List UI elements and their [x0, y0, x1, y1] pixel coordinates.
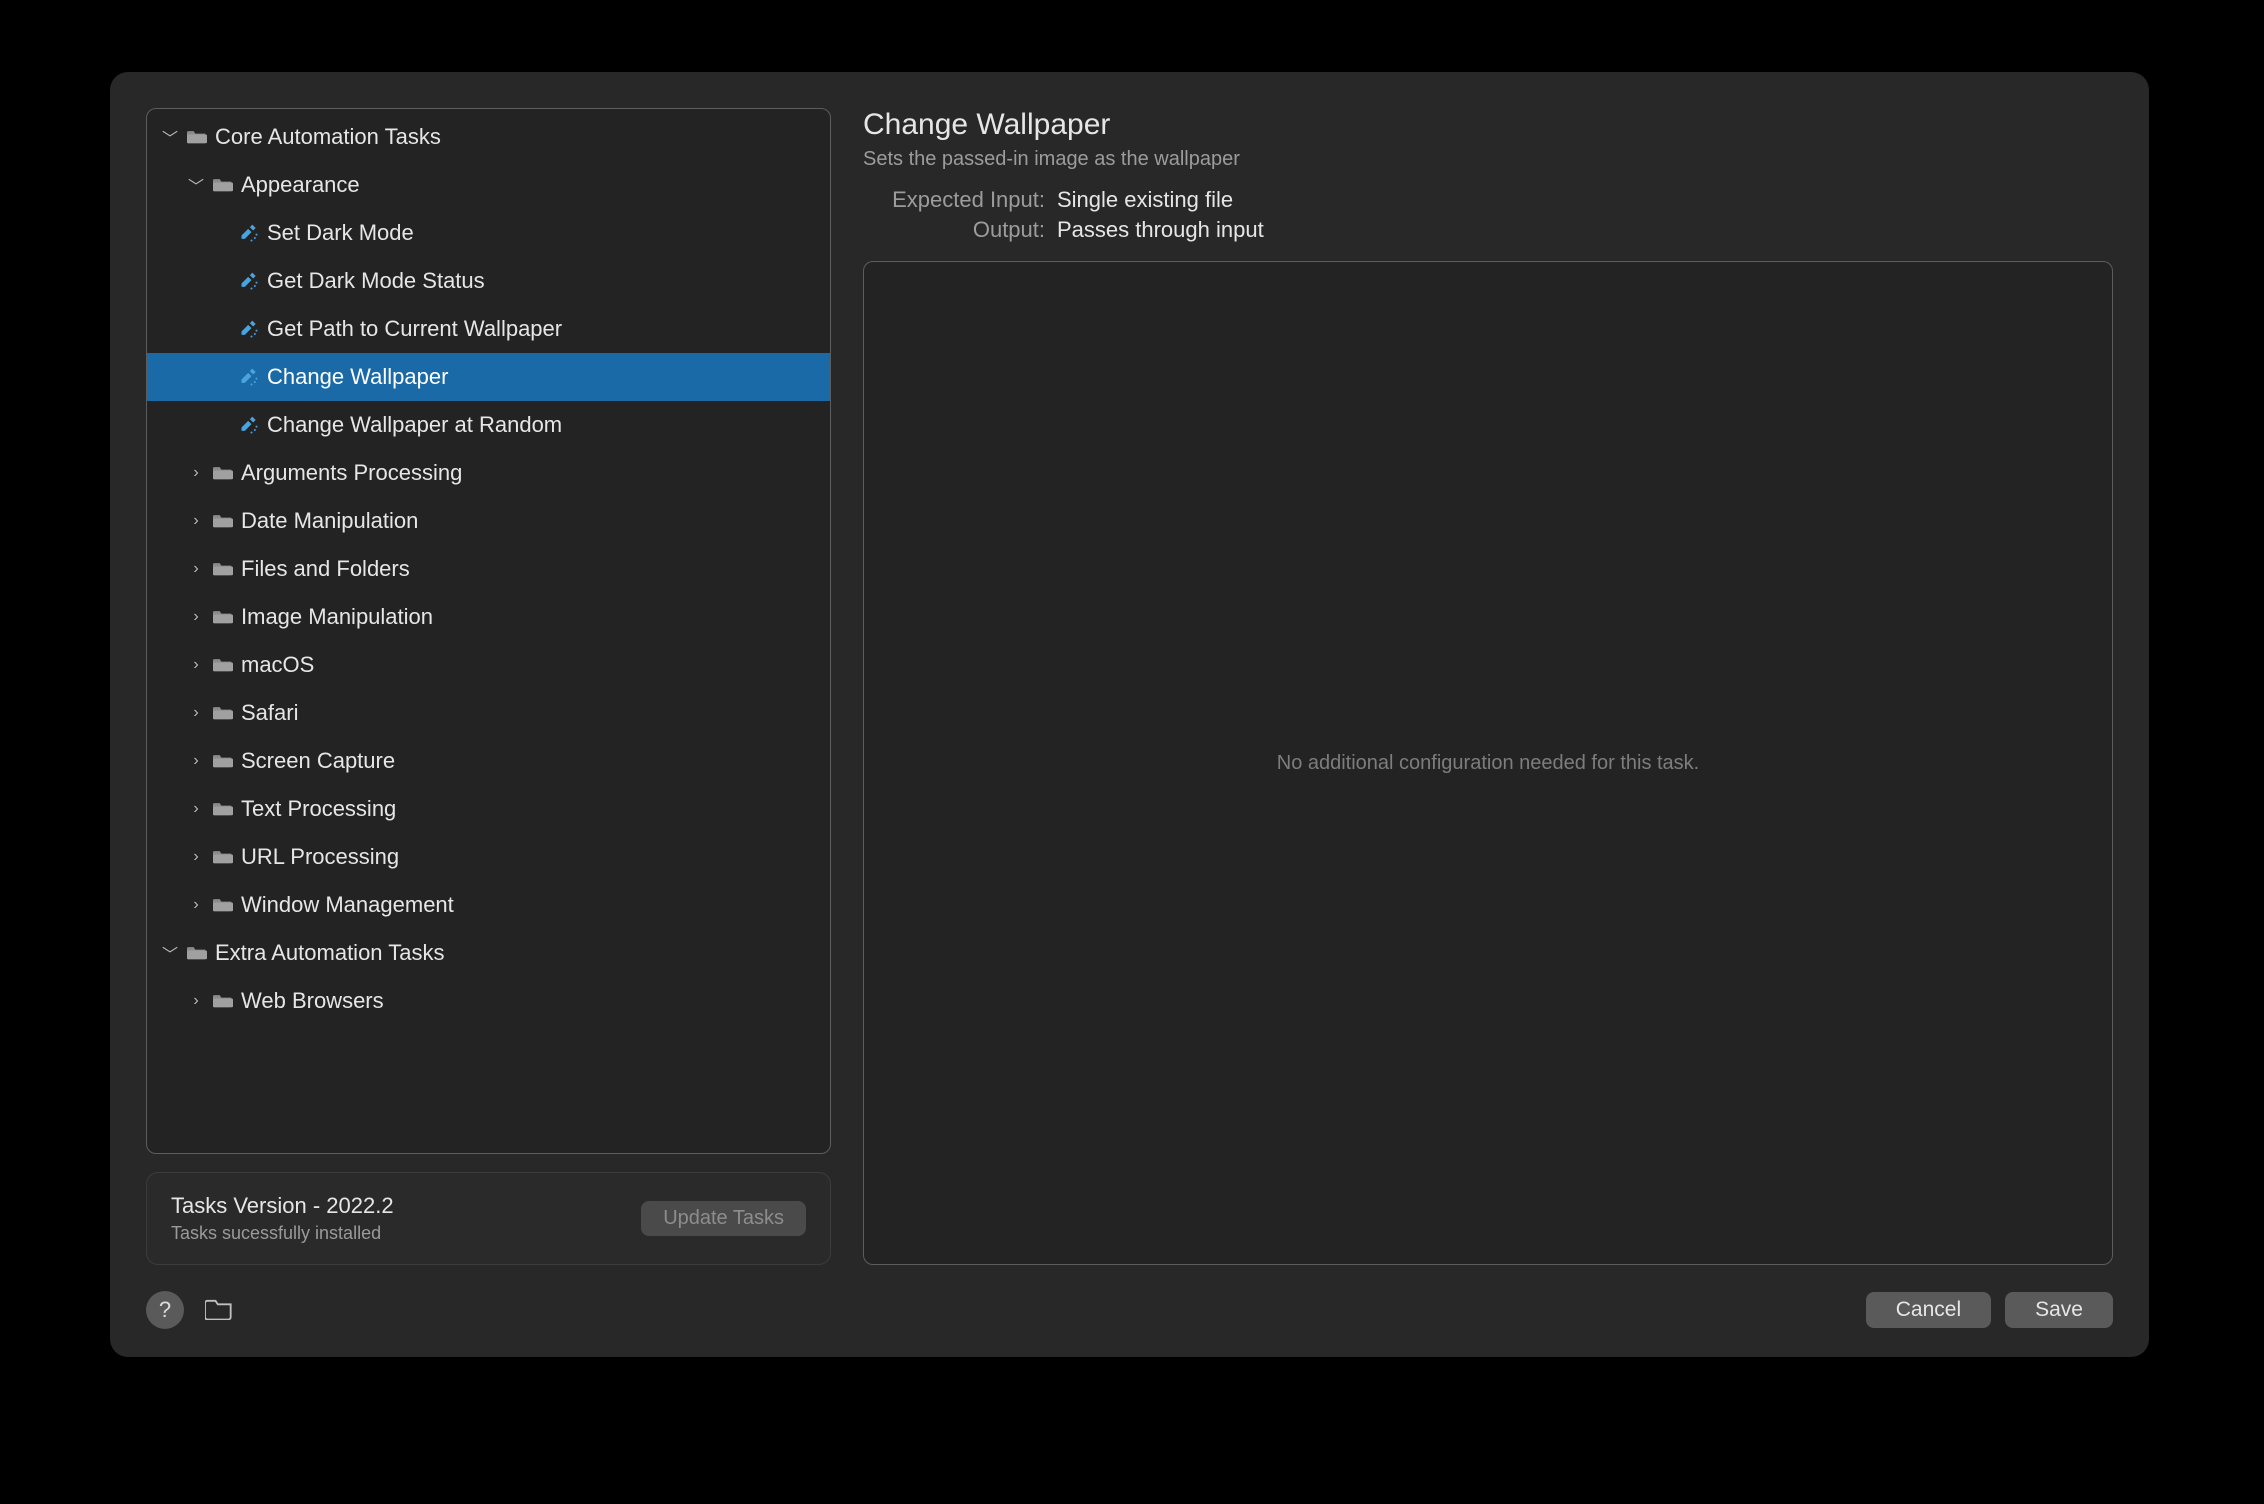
tree-row[interactable]: › Image Manipulation: [147, 593, 830, 641]
folder-icon: [185, 125, 209, 149]
tree-row-label: Files and Folders: [241, 556, 410, 582]
chevron-right-icon[interactable]: ›: [187, 512, 205, 530]
tree-row-label: Window Management: [241, 892, 454, 918]
folder-icon: [205, 1298, 233, 1323]
chevron-right-icon[interactable]: ›: [187, 704, 205, 722]
chevron-right-icon[interactable]: ›: [187, 800, 205, 818]
automation-task-icon: [237, 317, 261, 341]
chevron-right-icon[interactable]: ›: [187, 608, 205, 626]
tree-row[interactable]: ﹀ Appearance: [147, 161, 830, 209]
tree-row-label: Date Manipulation: [241, 508, 418, 534]
tree-row[interactable]: › Text Processing: [147, 785, 830, 833]
automation-task-icon: [237, 365, 261, 389]
tree-row[interactable]: ﹀ Extra Automation Tasks: [147, 929, 830, 977]
chevron-right-icon[interactable]: ›: [187, 896, 205, 914]
folder-icon: [211, 797, 235, 821]
tree-row[interactable]: › Screen Capture: [147, 737, 830, 785]
tree-row[interactable]: Change Wallpaper: [147, 353, 830, 401]
tree-row[interactable]: Get Dark Mode Status: [147, 257, 830, 305]
chevron-right-icon[interactable]: ›: [187, 560, 205, 578]
detail-row-label: Expected Input:: [863, 187, 1045, 213]
tasks-tree[interactable]: ﹀ Core Automation Tasks ﹀ Appearance Set Dar…: [146, 108, 831, 1154]
dialog-body: ﹀ Core Automation Tasks ﹀ Appearance Set Dar…: [110, 72, 2149, 1277]
tree-row[interactable]: ﹀ Core Automation Tasks: [147, 113, 830, 161]
detail-row-value: Single existing file: [1057, 187, 1233, 213]
tree-row[interactable]: › Arguments Processing: [147, 449, 830, 497]
version-text-group: Tasks Version - 2022.2 Tasks sucessfully…: [171, 1193, 394, 1244]
left-column: ﹀ Core Automation Tasks ﹀ Appearance Set Dar…: [146, 108, 831, 1265]
tree-row[interactable]: › Files and Folders: [147, 545, 830, 593]
reveal-folder-button[interactable]: [198, 1291, 240, 1329]
folder-icon: [211, 605, 235, 629]
version-status: Tasks sucessfully installed: [171, 1223, 394, 1244]
right-column: Change Wallpaper Sets the passed-in imag…: [863, 108, 2113, 1265]
tree-row-label: Screen Capture: [241, 748, 395, 774]
tree-row[interactable]: › URL Processing: [147, 833, 830, 881]
tree-row[interactable]: › Date Manipulation: [147, 497, 830, 545]
automation-task-icon: [237, 269, 261, 293]
tree-row-label: Image Manipulation: [241, 604, 433, 630]
save-button[interactable]: Save: [2005, 1292, 2113, 1328]
automation-task-icon: [237, 413, 261, 437]
chevron-down-icon[interactable]: ﹀: [161, 944, 179, 962]
tree-row-label: URL Processing: [241, 844, 399, 870]
tree-row-label: Get Dark Mode Status: [267, 268, 485, 294]
help-button[interactable]: ?: [146, 1291, 184, 1329]
tree-row[interactable]: › Window Management: [147, 881, 830, 929]
folder-icon: [211, 557, 235, 581]
detail-title: Change Wallpaper: [863, 108, 2113, 142]
version-box: Tasks Version - 2022.2 Tasks sucessfully…: [146, 1172, 831, 1265]
tree-row-label: Arguments Processing: [241, 460, 462, 486]
config-placeholder-text: No additional configuration needed for t…: [1277, 752, 1700, 775]
tree-row[interactable]: Set Dark Mode: [147, 209, 830, 257]
chevron-right-icon[interactable]: ›: [187, 752, 205, 770]
tree-row-label: Core Automation Tasks: [215, 124, 441, 150]
update-tasks-button[interactable]: Update Tasks: [641, 1201, 806, 1236]
folder-icon: [211, 461, 235, 485]
chevron-down-icon[interactable]: ﹀: [187, 176, 205, 194]
config-area: No additional configuration needed for t…: [863, 261, 2113, 1265]
folder-icon: [211, 893, 235, 917]
folder-icon: [211, 845, 235, 869]
detail-row-output: Output: Passes through input: [863, 217, 2113, 243]
tree-row-label: Appearance: [241, 172, 360, 198]
tree-row-label: Text Processing: [241, 796, 396, 822]
tree-row[interactable]: › Web Browsers: [147, 977, 830, 1025]
detail-row-value: Passes through input: [1057, 217, 1264, 243]
tree-row-label: Change Wallpaper at Random: [267, 412, 562, 438]
chevron-right-icon[interactable]: ›: [187, 656, 205, 674]
folder-icon: [185, 941, 209, 965]
tree-row-label: Change Wallpaper: [267, 364, 448, 390]
folder-icon: [211, 749, 235, 773]
detail-row-input: Expected Input: Single existing file: [863, 187, 2113, 213]
tree-row-label: Get Path to Current Wallpaper: [267, 316, 562, 342]
tree-row-label: Safari: [241, 700, 298, 726]
tree-row-label: Extra Automation Tasks: [215, 940, 445, 966]
chevron-right-icon[interactable]: ›: [187, 464, 205, 482]
folder-icon: [211, 653, 235, 677]
tree-row[interactable]: Change Wallpaper at Random: [147, 401, 830, 449]
chevron-right-icon[interactable]: ›: [187, 848, 205, 866]
folder-icon: [211, 509, 235, 533]
tree-row[interactable]: › Safari: [147, 689, 830, 737]
tree-row-label: macOS: [241, 652, 314, 678]
tree-row[interactable]: Get Path to Current Wallpaper: [147, 305, 830, 353]
cancel-button[interactable]: Cancel: [1866, 1292, 1991, 1328]
dialog-window: ﹀ Core Automation Tasks ﹀ Appearance Set Dar…: [110, 72, 2149, 1357]
dialog-footer: ? Cancel Save: [110, 1277, 2149, 1357]
tree-row-label: Set Dark Mode: [267, 220, 414, 246]
detail-description: Sets the passed-in image as the wallpape…: [863, 148, 2113, 171]
detail-row-label: Output:: [863, 217, 1045, 243]
version-line: Tasks Version - 2022.2: [171, 1193, 394, 1219]
folder-icon: [211, 701, 235, 725]
tree-row-label: Web Browsers: [241, 988, 384, 1014]
folder-icon: [211, 989, 235, 1013]
folder-icon: [211, 173, 235, 197]
automation-task-icon: [237, 221, 261, 245]
tree-row[interactable]: › macOS: [147, 641, 830, 689]
chevron-right-icon[interactable]: ›: [187, 992, 205, 1010]
chevron-down-icon[interactable]: ﹀: [161, 128, 179, 146]
